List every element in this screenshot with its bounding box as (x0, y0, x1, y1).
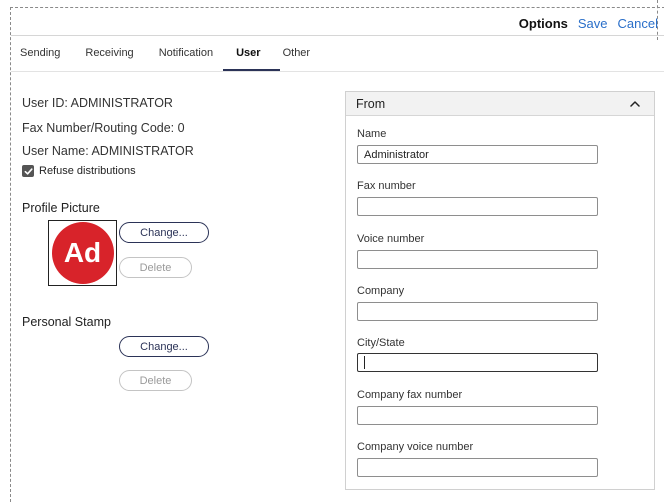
profile-picture-label: Profile Picture (22, 201, 100, 215)
company-voice-number-field[interactable] (357, 458, 598, 477)
delete-profile-picture-button[interactable]: Delete (119, 257, 192, 278)
company-fax-number-label: Company fax number (357, 389, 463, 401)
name-field[interactable] (357, 145, 598, 164)
company-label: Company (357, 285, 405, 297)
chevron-up-icon[interactable] (628, 97, 642, 111)
company-field[interactable] (357, 302, 598, 321)
tab-bar: Sending Receiving Notification User Othe… (11, 36, 310, 70)
change-stamp-button[interactable]: Change... (119, 336, 209, 357)
profile-picture-frame: Ad (48, 220, 117, 286)
text-cursor (364, 356, 365, 369)
refuse-distributions-label: Refuse distributions (39, 165, 136, 177)
checkmark-icon (24, 167, 33, 175)
fax-number-field[interactable] (357, 197, 598, 216)
dialog-title: Options (518, 16, 568, 31)
refuse-distributions-checkbox[interactable] (22, 165, 34, 177)
company-voice-number-label: Company voice number (357, 441, 474, 453)
company-fax-number-field[interactable] (357, 406, 598, 425)
avatar: Ad (51, 222, 114, 284)
fax-number-label: Fax number (357, 180, 416, 192)
from-panel-header[interactable]: From (346, 92, 654, 116)
header-actions: Options Save Cancel (519, 16, 658, 31)
from-panel: From Name Fax number Voice number Compan… (345, 91, 655, 490)
personal-stamp-label: Personal Stamp (22, 315, 111, 329)
tab-sending[interactable]: Sending (20, 47, 60, 59)
avatar-initials: Ad (63, 237, 102, 268)
voice-number-label: Voice number (357, 233, 425, 245)
frame-border-top (10, 7, 664, 8)
user-name-text: User Name: ADMINISTRATOR (22, 144, 194, 158)
user-id-text: User ID: ADMINISTRATOR (22, 96, 173, 110)
fax-routing-text: Fax Number/Routing Code: 0 (22, 121, 185, 135)
delete-stamp-button[interactable]: Delete (119, 370, 192, 391)
name-field-label: Name (357, 128, 387, 140)
refuse-distributions-row: Refuse distributions (22, 165, 136, 177)
change-profile-picture-button[interactable]: Change... (119, 222, 209, 243)
city-state-field[interactable] (357, 353, 598, 372)
frame-border-left (10, 7, 11, 502)
tab-receiving[interactable]: Receiving (85, 47, 133, 59)
voice-number-field[interactable] (357, 250, 598, 269)
from-panel-title: From (356, 96, 386, 111)
cancel-button[interactable]: Cancel (618, 16, 658, 31)
tab-user[interactable]: User (236, 47, 260, 59)
save-button[interactable]: Save (578, 16, 608, 31)
tabs-divider (11, 71, 664, 72)
city-state-label: City/State (357, 337, 405, 349)
tab-other[interactable]: Other (283, 47, 311, 59)
tab-notification[interactable]: Notification (159, 47, 213, 59)
